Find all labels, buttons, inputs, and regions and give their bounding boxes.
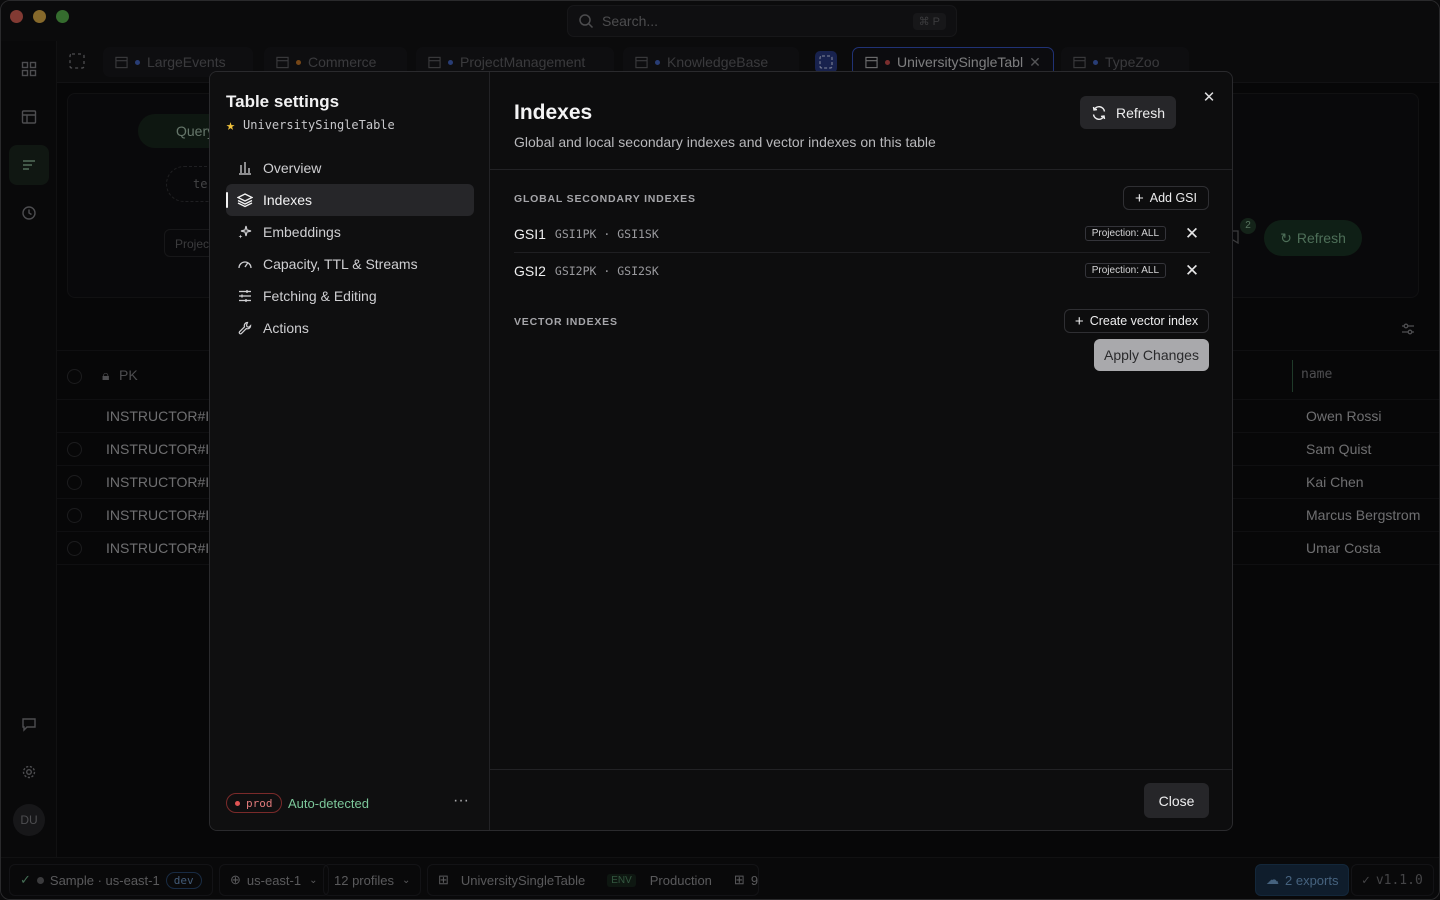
plus-icon: +: [1134, 189, 1144, 207]
refresh-icon: [1092, 105, 1106, 120]
apply-changes-label: Apply Changes: [1104, 347, 1199, 363]
panel-title: Indexes: [514, 101, 593, 124]
indexes-panel: Indexes Global and local secondary index…: [490, 72, 1232, 830]
nav-embeddings[interactable]: Embeddings: [226, 216, 474, 248]
star-icon[interactable]: ★: [226, 116, 235, 134]
gsi-name: GSI1: [514, 225, 546, 242]
nav-label: Capacity, TTL & Streams: [263, 256, 418, 272]
sparkle-icon: [236, 223, 254, 241]
close-label: Close: [1158, 792, 1195, 809]
table-settings-dialog: Table settings ★ UniversitySingleTable O…: [209, 71, 1233, 831]
bar-chart-icon: [236, 159, 254, 177]
create-vector-index-button[interactable]: + Create vector index: [1064, 309, 1209, 333]
nav-label: Fetching & Editing: [263, 288, 377, 304]
env-badge[interactable]: prod: [226, 793, 282, 813]
env-badge-dot: [235, 800, 240, 806]
projection-badge: Projection: ALL: [1084, 226, 1166, 241]
header-divider: [490, 169, 1232, 170]
settings-table-name: ★ UniversitySingleTable: [226, 116, 395, 134]
nav-fetching[interactable]: Fetching & Editing: [226, 280, 474, 312]
settings-sidebar: Table settings ★ UniversitySingleTable O…: [210, 72, 490, 830]
nav-label: Overview: [263, 160, 322, 176]
delete-gsi-icon[interactable]: ✕: [1182, 261, 1202, 281]
auto-detected-label: Auto-detected: [288, 796, 369, 811]
gsi-keys: GSI1PK · GSI1SK: [554, 226, 659, 241]
projection-badge: Projection: ALL: [1084, 263, 1166, 278]
add-gsi-button[interactable]: + Add GSI: [1123, 186, 1209, 210]
plus-icon: +: [1074, 312, 1084, 330]
env-badge-label: prod: [246, 796, 273, 810]
gsi-section-title: GLOBAL SECONDARY INDEXES: [514, 193, 696, 205]
nav-label: Embeddings: [263, 224, 341, 240]
wrench-icon: [236, 319, 254, 337]
gauge-icon: [236, 255, 254, 273]
refresh-label: Refresh: [1115, 104, 1166, 121]
close-button[interactable]: Close: [1144, 783, 1209, 818]
apply-changes-button[interactable]: Apply Changes: [1094, 339, 1209, 371]
gsi-keys: GSI2PK · GSI2SK: [554, 263, 659, 278]
nav-label: Actions: [263, 320, 309, 336]
table-name-text: UniversitySingleTable: [243, 118, 395, 132]
nav-actions[interactable]: Actions: [226, 312, 474, 344]
nav-overview[interactable]: Overview: [226, 152, 474, 184]
nav-label: Indexes: [263, 192, 313, 208]
gsi-row: GSI1 GSI1PK · GSI1SK Projection: ALL ✕: [514, 215, 1210, 252]
nav-capacity[interactable]: Capacity, TTL & Streams: [226, 248, 474, 280]
gsi-name: GSI2: [514, 262, 546, 279]
refresh-button[interactable]: Refresh: [1080, 96, 1176, 129]
nav-indexes[interactable]: Indexes: [226, 184, 474, 216]
delete-gsi-icon[interactable]: ✕: [1182, 224, 1202, 244]
more-options-button[interactable]: ···: [450, 792, 472, 814]
add-gsi-label: Add GSI: [1149, 191, 1197, 205]
gsi-row: GSI2 GSI2PK · GSI2SK Projection: ALL ✕: [514, 252, 1210, 289]
settings-title: Table settings: [226, 92, 340, 111]
footer-divider: [490, 769, 1232, 770]
panel-subtitle: Global and local secondary indexes and v…: [514, 134, 936, 150]
sliders-icon: [236, 287, 254, 305]
layers-icon: [236, 191, 254, 209]
vector-section-title: VECTOR INDEXES: [514, 316, 618, 328]
close-dialog-icon[interactable]: ✕: [1200, 88, 1218, 106]
create-vector-label: Create vector index: [1089, 314, 1199, 328]
app-window: Search... ⌘ P DU LargeEvents Commerce Pr…: [0, 0, 1440, 900]
